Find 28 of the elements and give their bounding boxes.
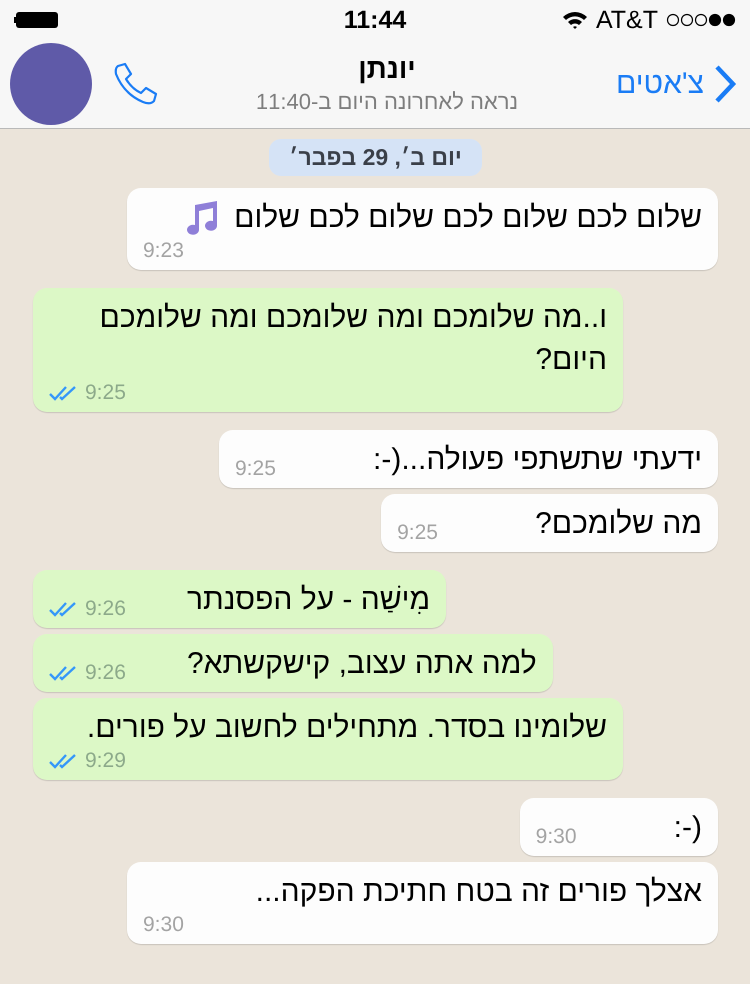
- message-text: למה אתה עצוב, קישקשתא?: [187, 646, 537, 682]
- message-time: 9:23: [143, 239, 184, 263]
- last-seen-status: נראה לאחרונה היום ב-11:40: [256, 89, 518, 115]
- contact-name: יונתן: [358, 53, 416, 85]
- message-text: (-:: [674, 810, 702, 846]
- message-time: 9:29: [85, 749, 126, 773]
- message-time: 9:26: [85, 597, 126, 621]
- message-text: שלומינו בסדר. מתחילים לחשוב על פורים.: [86, 710, 607, 746]
- chevron-icon: [714, 64, 736, 104]
- message-time: 9:30: [536, 825, 577, 849]
- carrier-name: AT&T: [596, 6, 658, 34]
- status-time: 11:44: [344, 6, 406, 34]
- message-text: שלום לכם שלום לכם שלום לכם שלום: [184, 197, 702, 239]
- wifi-icon: [562, 10, 588, 30]
- message-text: אצלך פורים זה בטח חתיכת הפקה...: [256, 874, 702, 910]
- signal-dots-icon: [666, 13, 736, 27]
- message-text: מִישַׁה - על הפסנתר: [187, 582, 430, 618]
- date-chip: יום ב׳, 29 בפבר׳: [269, 139, 482, 176]
- message-text: ו..מה שלומכם ומה שלומכם ומה שלומכם היום?: [98, 300, 607, 378]
- message-text: ידעתי שתשתפי פעולה...(-:: [373, 442, 702, 478]
- message-time: 9:25: [397, 521, 438, 545]
- message-time: 9:25: [235, 457, 276, 481]
- phone-icon[interactable]: [112, 62, 158, 106]
- message-time: 9:25: [85, 381, 126, 405]
- message-time: 9:30: [143, 913, 184, 937]
- message-time: 9:26: [85, 661, 126, 685]
- back-button[interactable]: צ'אטים: [616, 64, 736, 104]
- message-text: מה שלומכם?: [535, 506, 702, 542]
